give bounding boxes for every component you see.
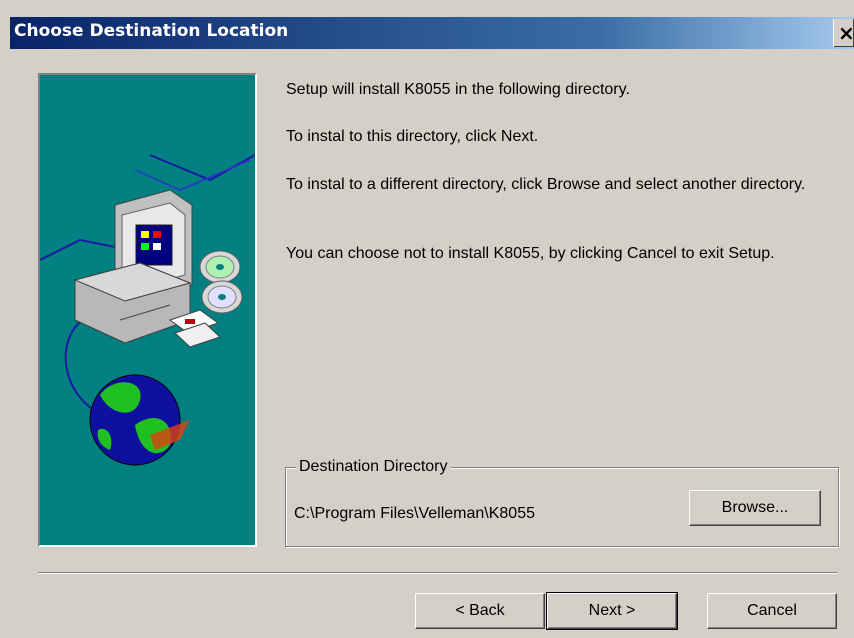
globe-icon [89,374,190,466]
cancel-instruction-text: You can choose not to install K8055, by … [286,245,775,262]
intro-text: Setup will install K8055 in the followin… [286,81,630,98]
cancel-button[interactable]: Cancel [707,593,837,629]
window-title: Choose Destination Location [14,21,289,41]
setup-illustration [38,73,257,547]
destination-directory-group: Destination Directory C:\Program Files\V… [285,457,839,547]
next-instruction-text: To instal to this directory, click Next. [286,128,539,145]
next-button[interactable]: Next > [546,592,678,630]
setup-dialog: Choose Destination Location × Setup will… [0,0,854,638]
close-button[interactable]: × [833,19,854,47]
close-icon: × [838,21,854,45]
browse-button[interactable]: Browse... [689,490,821,526]
back-button[interactable]: < Back [415,593,545,629]
group-label: Destination Directory [296,457,451,477]
destination-path: C:\Program Files\Velleman\K8055 [294,505,535,522]
title-bar[interactable]: Choose Destination Location × [10,17,854,49]
cd-icon [199,250,243,314]
button-separator [38,572,838,574]
browse-instruction-text: To instal to a different directory, clic… [286,176,806,193]
illustration-graphic [40,154,255,466]
